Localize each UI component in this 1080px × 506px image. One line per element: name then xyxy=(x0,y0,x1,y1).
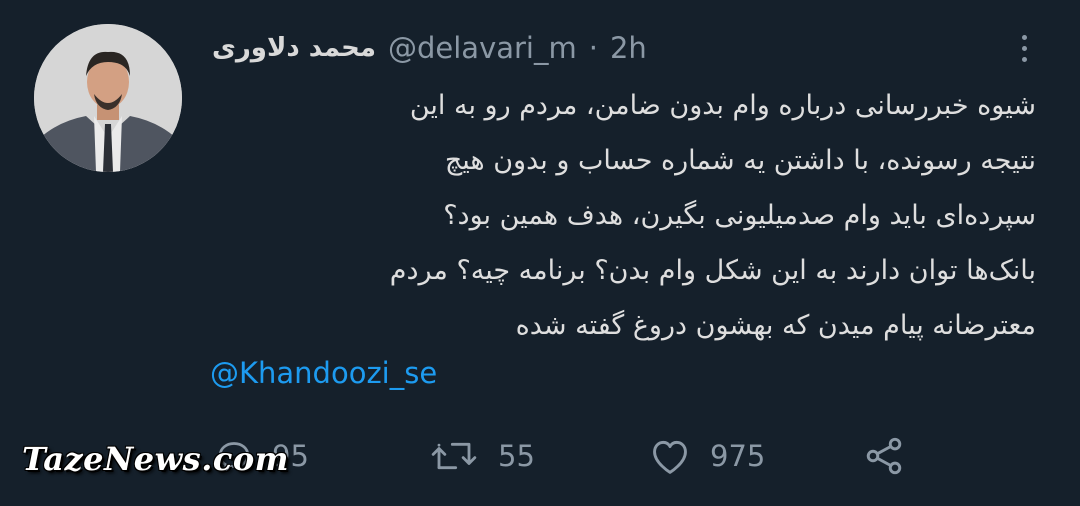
tweet-line: سپرده‌ای باید وام صدمیلیونی بگیرن، هدف ه… xyxy=(443,200,1036,231)
share-button[interactable] xyxy=(862,430,906,482)
tweet-line: شیوه خبررسانی درباره وام بدون ضامن، مردم… xyxy=(409,90,1036,121)
tweet-text: شیوه خبررسانی درباره وام بدون ضامن، مردم… xyxy=(208,78,1036,353)
retweet-button[interactable]: 55 xyxy=(428,430,535,482)
more-vertical-icon[interactable] xyxy=(1014,26,1034,70)
tweet-line: معترضانه پیام میدن که بهشون دروغ گفته شد… xyxy=(515,310,1036,341)
like-button[interactable]: 975 xyxy=(648,430,765,482)
like-count: 975 xyxy=(710,439,766,473)
avatar-photo xyxy=(34,24,182,172)
tweet-line: بانک‌ها توان دارند به این شکل وام بدن؟ ب… xyxy=(389,255,1036,286)
mention-link[interactable]: @Khandoozi_se xyxy=(210,356,437,390)
heart-icon xyxy=(653,440,687,474)
tweet-line: نتیجه رسونده، با داشتن یه شماره حساب و ب… xyxy=(444,145,1036,176)
retweet-count: 55 xyxy=(498,439,535,473)
watermark: TazeNews.com xyxy=(22,440,290,478)
tweet-header: محمد دلاوری @delavari_m · 2h xyxy=(212,26,1010,70)
share-icon xyxy=(866,437,902,475)
dot-separator: · xyxy=(588,31,598,65)
author-name[interactable]: محمد دلاوری xyxy=(212,33,376,63)
retweet-icon xyxy=(431,442,477,470)
avatar[interactable] xyxy=(34,24,182,172)
author-handle[interactable]: @delavari_m xyxy=(388,31,577,65)
tweet-time[interactable]: 2h xyxy=(610,31,647,65)
